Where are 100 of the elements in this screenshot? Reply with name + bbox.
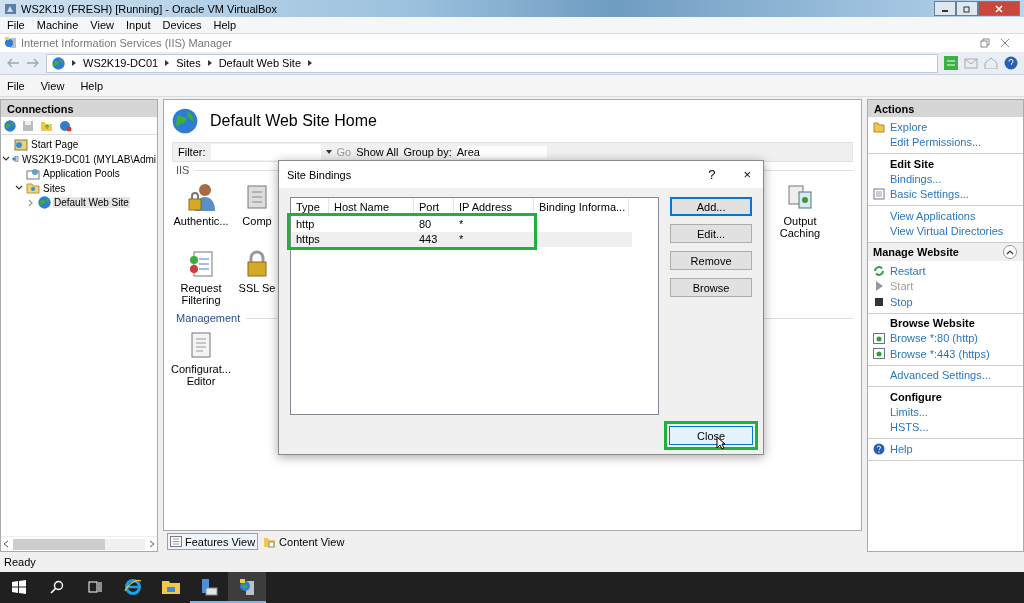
scroll-right-icon[interactable] bbox=[149, 540, 155, 548]
breadcrumb-item[interactable]: Default Web Site bbox=[218, 57, 301, 69]
tree-item[interactable]: Default Web Site bbox=[53, 197, 130, 208]
close-icon bbox=[1000, 38, 1010, 48]
window-settings-icon bbox=[873, 188, 885, 201]
refresh-icon bbox=[873, 264, 885, 277]
disconnect-button[interactable] bbox=[59, 119, 72, 132]
action-link[interactable]: Browse *:443 (https) bbox=[890, 347, 990, 360]
help-button[interactable] bbox=[1004, 56, 1018, 70]
dialog-button[interactable]: Edit... bbox=[670, 224, 752, 243]
dropdown-arrow-icon[interactable] bbox=[325, 150, 332, 154]
app-title: Internet Information Services (IIS) Manager bbox=[21, 37, 232, 49]
feature-item[interactable]: SSL Se bbox=[230, 249, 284, 306]
action-link[interactable]: Limits... bbox=[890, 405, 928, 418]
menu-item[interactable]: Devices bbox=[162, 19, 202, 31]
iis-manager-icon bbox=[4, 37, 17, 49]
breadcrumb-item[interactable]: WS2K19-DC01 bbox=[83, 57, 159, 69]
search-icon bbox=[50, 579, 64, 594]
menu-item[interactable]: Machine bbox=[36, 19, 79, 31]
pane-header: Connections bbox=[1, 100, 157, 117]
globe-icon bbox=[172, 108, 198, 134]
caret-icon bbox=[165, 60, 170, 66]
menu-item[interactable]: View bbox=[90, 19, 114, 31]
folder-icon bbox=[873, 120, 885, 133]
view-tab[interactable]: Content View bbox=[260, 533, 348, 550]
dialog-button[interactable]: Browse bbox=[670, 278, 752, 297]
show-all-button[interactable]: Show All bbox=[356, 146, 399, 158]
folder-icon bbox=[162, 579, 180, 594]
action-link[interactable]: Edit Permissions... bbox=[890, 136, 982, 149]
feature-item[interactable]: Output Caching bbox=[773, 182, 827, 239]
breadcrumb-item[interactable]: Sites bbox=[176, 57, 201, 69]
scrollbar-track[interactable] bbox=[13, 538, 145, 550]
close-button[interactable] bbox=[978, 1, 1020, 16]
dialog-button[interactable]: Add... bbox=[670, 197, 752, 216]
scrollbar-thumb[interactable] bbox=[13, 538, 106, 550]
pane-header: Actions bbox=[868, 100, 1023, 117]
play-icon bbox=[874, 280, 884, 293]
taskbar-button[interactable] bbox=[228, 572, 266, 603]
scroll-left-icon[interactable] bbox=[3, 540, 9, 548]
address-bar[interactable]: WS2K19-DC01 Sites Default Web Site bbox=[46, 53, 938, 73]
group-by-dropdown[interactable]: Area bbox=[456, 146, 547, 158]
menu-item[interactable]: Help bbox=[80, 79, 103, 92]
action-link[interactable]: Explore bbox=[890, 120, 928, 133]
chevron-right-icon bbox=[27, 198, 35, 207]
menu-item[interactable]: Input bbox=[125, 19, 151, 31]
help-icon bbox=[1004, 56, 1018, 70]
menu-item[interactable]: File bbox=[7, 19, 25, 31]
action-link[interactable]: View Applications bbox=[890, 209, 976, 222]
dialog-button[interactable]: Remove bbox=[670, 251, 752, 270]
globe-icon bbox=[38, 196, 51, 209]
help-icon bbox=[873, 442, 885, 455]
tree-item[interactable]: Start Page bbox=[30, 139, 80, 150]
folder-icon bbox=[26, 182, 40, 194]
stop-icon bbox=[874, 296, 884, 307]
action-link[interactable]: Bindings... bbox=[890, 172, 942, 185]
tree-item[interactable]: Sites bbox=[42, 182, 67, 194]
section-header: Browse Website bbox=[889, 316, 976, 331]
connect-button[interactable] bbox=[4, 119, 16, 132]
tree-item[interactable]: Application Pools bbox=[42, 168, 121, 179]
help-button[interactable]: ? bbox=[704, 167, 720, 182]
menu-item[interactable]: View bbox=[40, 79, 65, 92]
group-by-label: Group by: bbox=[403, 146, 452, 158]
grid-icon bbox=[170, 536, 182, 547]
task-view-icon bbox=[88, 579, 102, 594]
menu-item[interactable]: Help bbox=[213, 19, 237, 31]
view-tab[interactable]: Features View bbox=[167, 533, 259, 550]
dialog-title: Site Bindings bbox=[287, 168, 352, 181]
server-icon bbox=[12, 153, 20, 165]
restore-icon bbox=[963, 4, 971, 13]
action-link[interactable]: Advanced Settings... bbox=[890, 369, 991, 382]
feature-item[interactable]: Comp bbox=[230, 182, 284, 239]
filter-label: Filter: bbox=[178, 146, 206, 158]
action-link[interactable]: Help bbox=[890, 442, 913, 455]
restore-icon bbox=[980, 38, 990, 48]
chevron-down-icon bbox=[15, 184, 23, 192]
tree-item[interactable]: WS2K19-DC01 (MYLAB\Admi bbox=[21, 153, 157, 165]
caret-icon bbox=[308, 60, 312, 66]
action-link[interactable]: Browse *:80 (http) bbox=[890, 332, 979, 345]
close-dialog-button[interactable]: Close bbox=[669, 426, 753, 445]
globe-remove-icon bbox=[59, 119, 72, 132]
windows-logo-icon bbox=[12, 579, 26, 594]
envelope-icon bbox=[964, 57, 978, 69]
action-link[interactable]: Basic Settings... bbox=[890, 188, 969, 201]
close-button[interactable] bbox=[1000, 38, 1010, 48]
minimize-button[interactable] bbox=[934, 1, 956, 16]
action-link[interactable]: Stop bbox=[890, 295, 913, 308]
up-folder-button[interactable] bbox=[40, 119, 53, 132]
collapse-button[interactable] bbox=[1003, 245, 1017, 259]
action-link[interactable]: View Virtual Directories bbox=[890, 225, 1004, 238]
browser-window-icon bbox=[873, 348, 885, 360]
close-button[interactable]: × bbox=[739, 167, 755, 182]
filter-field[interactable] bbox=[210, 144, 321, 160]
iis-manager-icon bbox=[238, 577, 256, 596]
feature-item[interactable]: Request Filtering bbox=[174, 249, 228, 306]
action-link[interactable]: Restart bbox=[890, 264, 926, 277]
menu-item[interactable]: File bbox=[7, 79, 25, 92]
action-link[interactable]: HSTS... bbox=[890, 421, 929, 434]
feature-item[interactable]: Authentic... bbox=[174, 182, 228, 239]
forward-arrow-icon bbox=[26, 58, 40, 68]
globe-icon bbox=[52, 56, 65, 70]
